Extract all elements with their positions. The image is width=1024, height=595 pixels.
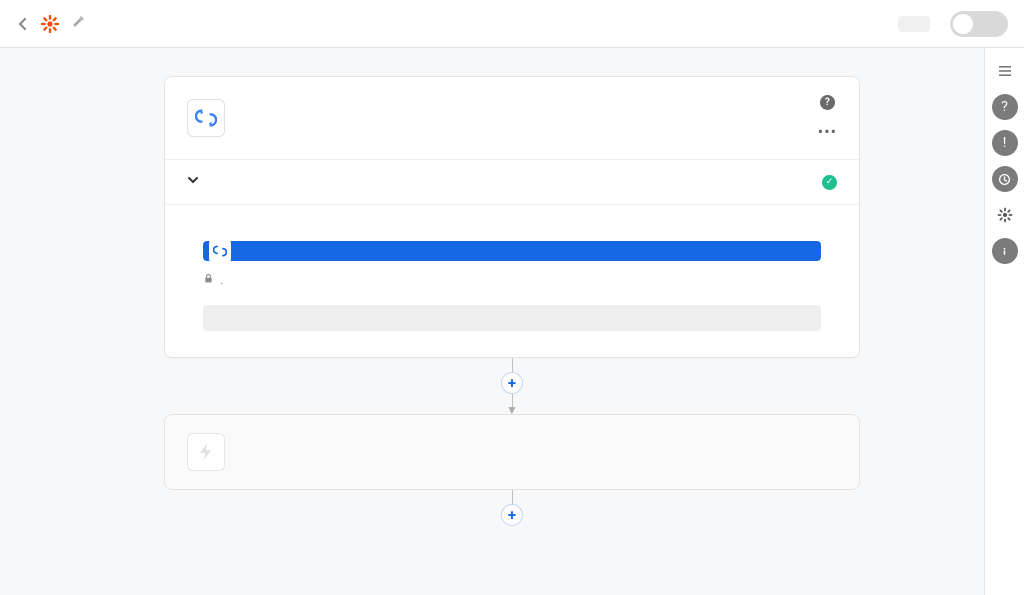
action-bolt-icon	[187, 433, 225, 471]
dock-info-icon[interactable]	[992, 238, 1018, 264]
top-header	[0, 0, 1024, 48]
secure-partner-note: .	[203, 273, 821, 287]
seoptimer-mini-icon	[209, 240, 231, 262]
lock-icon	[203, 273, 214, 287]
dock-outline-icon[interactable]	[992, 58, 1018, 84]
dock-alert-icon[interactable]: !	[992, 130, 1018, 156]
canvas: ? ! ? •••	[0, 48, 1024, 595]
action-step-card[interactable]	[164, 414, 860, 490]
dock-help-icon[interactable]: ?	[992, 94, 1018, 120]
step-help-icon[interactable]: ?	[820, 95, 835, 110]
zapier-logo-icon	[40, 14, 60, 34]
add-step-button-2[interactable]: +	[501, 504, 523, 526]
sign-in-seoptimer-button[interactable]	[203, 241, 821, 261]
connector-2: +	[164, 490, 860, 526]
choose-account-section: .	[165, 204, 859, 357]
trigger-step-card: ? ••• ✓	[164, 76, 860, 358]
connector-1: + ▼	[164, 358, 860, 414]
back-button[interactable]	[16, 17, 30, 31]
dock-settings-icon[interactable]	[992, 202, 1018, 228]
toggle-knob	[953, 14, 973, 34]
add-step-button[interactable]: +	[501, 372, 523, 394]
zap-toggle[interactable]	[950, 11, 1008, 37]
arrow-down-icon: ▼	[506, 406, 518, 414]
trigger-step-header[interactable]: ? •••	[165, 77, 859, 159]
flow-column: ? ••• ✓	[164, 76, 860, 595]
right-dock: ? !	[984, 48, 1024, 595]
edit-name-icon[interactable]	[72, 15, 85, 32]
choose-app-event-row[interactable]: ✓	[165, 159, 859, 204]
dock-history-icon[interactable]	[992, 166, 1018, 192]
chevron-down-icon	[187, 174, 199, 190]
continue-disabled-bar	[203, 305, 821, 331]
step-more-icon[interactable]: •••	[818, 122, 837, 141]
share-button[interactable]	[898, 16, 930, 32]
check-complete-icon: ✓	[822, 175, 837, 190]
seoptimer-app-icon	[187, 99, 225, 137]
